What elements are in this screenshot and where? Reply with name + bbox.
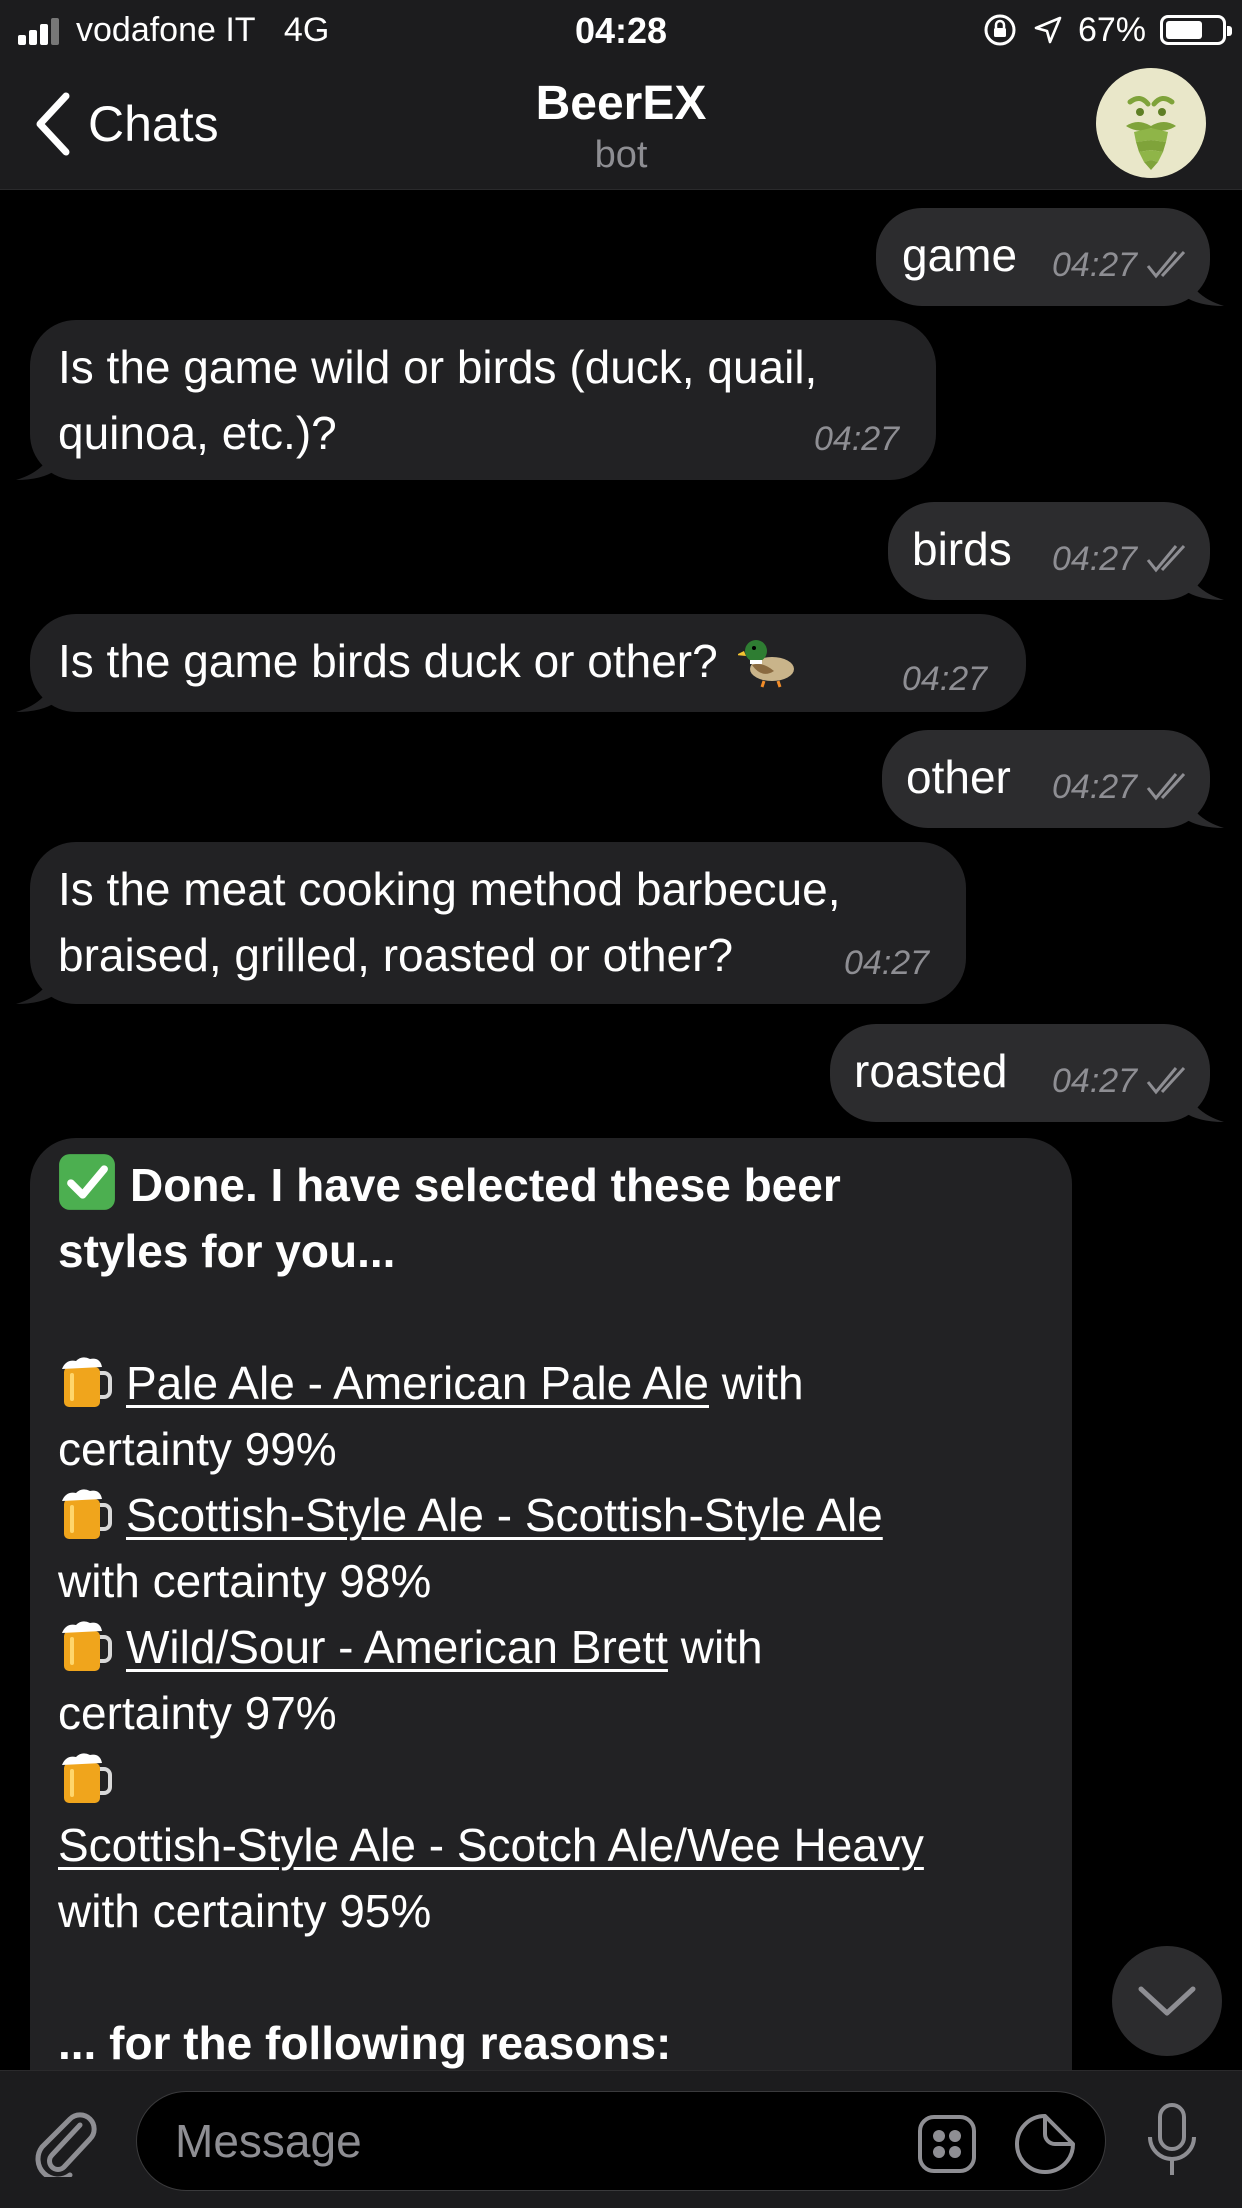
message-text: Is the game birds duck or other?	[58, 628, 800, 694]
composer-bar	[0, 2070, 1242, 2208]
message-time: 04:27	[1052, 246, 1138, 284]
chat-header: Chats BeerEX bot	[0, 62, 1242, 190]
scroll-to-bottom-button[interactable]	[1112, 1946, 1222, 2056]
message-text: game	[902, 229, 1018, 281]
bubble-tail	[16, 964, 56, 1004]
certainty-text: with certainty 98%	[58, 1555, 432, 1607]
message-time: 04:27	[844, 944, 930, 982]
beer-style-item	[58, 1746, 924, 1812]
outgoing-message[interactable]: game 04:27	[876, 208, 1224, 306]
beer-style-item: Pale Ale - American Pale Ale with	[58, 1350, 924, 1416]
incoming-message[interactable]: Is the meat cooking method barbecue, bra…	[16, 842, 966, 1004]
orientation-lock-icon	[984, 14, 1016, 46]
chat-title[interactable]: BeerEX	[0, 76, 1242, 131]
chat-subtitle: bot	[594, 134, 648, 176]
message-input[interactable]	[175, 2112, 875, 2170]
bubble-tail	[1184, 266, 1224, 306]
location-arrow-icon	[1034, 16, 1062, 44]
sticker-icon[interactable]	[1013, 2112, 1077, 2176]
bot-commands-icon[interactable]	[917, 2114, 977, 2174]
beer-mug-icon	[62, 1489, 112, 1539]
beer-style-item: Wild/Sour - American Brett with	[58, 1614, 924, 1680]
message-time: 04:27	[902, 660, 988, 698]
message-field[interactable]	[136, 2091, 1106, 2191]
beer-style-item: Scottish-Style Ale - Scottish-Style Ale	[58, 1482, 924, 1548]
certainty-text: with certainty 95%	[58, 1885, 432, 1937]
battery-percent: 67%	[1077, 10, 1146, 49]
certainty-text: certainty 97%	[58, 1687, 337, 1739]
check-mark-button-icon	[59, 1154, 115, 1210]
bubble-tail	[1184, 1082, 1224, 1122]
outgoing-message[interactable]: birds 04:27	[888, 502, 1224, 600]
duck-emoji	[736, 640, 795, 688]
beer-mug-icon	[62, 1621, 112, 1671]
bubble-tail	[1184, 560, 1224, 600]
message-text: birds	[912, 523, 1012, 575]
beer-style-link[interactable]: Scottish-Style Ale - Scottish-Style Ale	[126, 1489, 883, 1541]
microphone-icon[interactable]	[1142, 2101, 1202, 2181]
result-message[interactable]: Done. I have selected these beer styles …	[30, 1138, 1072, 2070]
message-text: Is the meat cooking method barbecue, bra…	[58, 863, 841, 981]
status-right: 67%	[982, 8, 1232, 52]
message-text: other	[906, 751, 1011, 803]
beer-style-link[interactable]: Scottish-Style Ale - Scotch Ale/Wee Heav…	[58, 1819, 924, 1871]
result-heading: Done. I have selected these beer	[58, 1152, 924, 1218]
bot-avatar[interactable]	[1096, 68, 1206, 178]
message-time: 04:27	[814, 420, 900, 458]
beer-style-link[interactable]: Wild/Sour - American Brett	[126, 1621, 668, 1673]
paperclip-icon[interactable]	[30, 2105, 98, 2177]
certainty-text: certainty 99%	[58, 1423, 337, 1475]
bubble-tail	[16, 440, 56, 480]
message-time: 04:27	[1052, 1062, 1138, 1100]
hop-beard-icon	[1126, 96, 1176, 170]
incoming-message[interactable]: Is the game birds duck or other? 04:27	[16, 614, 1026, 712]
message-time: 04:27	[1052, 540, 1138, 578]
reasons-heading: ... for the following reasons:	[58, 2017, 672, 2069]
beer-mug-icon	[62, 1357, 112, 1407]
bubble-tail	[16, 672, 56, 712]
outgoing-message[interactable]: other 04:27	[882, 730, 1224, 828]
bubble-tail	[1184, 788, 1224, 828]
message-text: roasted	[854, 1045, 1008, 1097]
result-heading-cont: styles for you...	[58, 1225, 396, 1277]
beer-style-link[interactable]: Pale Ale - American Pale Ale	[126, 1357, 709, 1409]
battery-icon	[1160, 15, 1232, 45]
incoming-message[interactable]: Is the game wild or birds (duck, quail, …	[16, 320, 936, 480]
outgoing-message[interactable]: roasted 04:27	[830, 1024, 1224, 1122]
message-text: Is the game wild or birds (duck, quail, …	[58, 341, 818, 459]
beer-mug-icon	[62, 1753, 112, 1803]
status-bar: vodafone IT 4G 04:28 67%	[0, 0, 1242, 62]
chevron-down-icon	[1138, 1986, 1196, 2016]
message-time: 04:27	[1052, 768, 1138, 806]
message-list[interactable]: game 04:27 Is the game wild or birds (du…	[0, 190, 1242, 2070]
